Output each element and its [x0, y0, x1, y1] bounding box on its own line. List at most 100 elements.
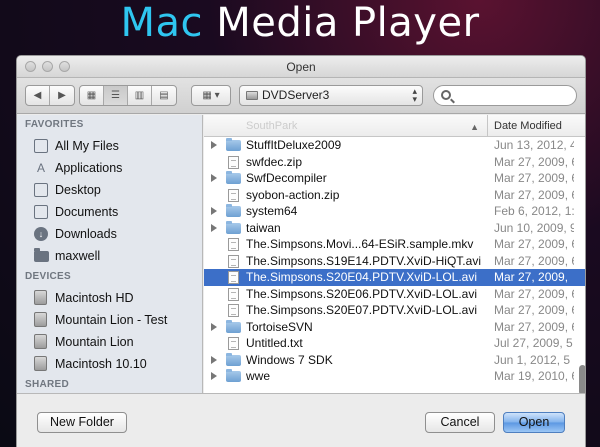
sidebar-item-label: Macintosh HD	[55, 291, 134, 305]
forward-button[interactable]: ▶	[50, 86, 74, 105]
file-name-cell: The.Simpsons.S20E07.PDTV.XviD-LOL.avi	[204, 302, 488, 319]
file-row[interactable]: syobon-action.zip Mar 27, 2009, 6	[204, 187, 585, 204]
file-row[interactable]: swfdec.zip Mar 27, 2009, 6	[204, 154, 585, 171]
file-name-cell: The.Simpsons.S20E06.PDTV.XviD-LOL.avi	[204, 286, 488, 303]
sidebar-item-label: Documents	[55, 205, 119, 219]
file-row[interactable]: StuffItDeluxe2009 Jun 13, 2012, 4	[204, 137, 585, 154]
file-row[interactable]: wwe Mar 19, 2010, 6	[204, 368, 585, 385]
folder-icon	[34, 248, 49, 262]
back-forward-control: ◀ ▶	[25, 85, 75, 106]
file-name-label: Windows 7 SDK	[246, 352, 333, 367]
zoom-window-button[interactable]	[59, 61, 70, 72]
new-folder-button[interactable]: New Folder	[37, 412, 127, 433]
file-row[interactable]: system64 Feb 6, 2012, 1:5	[204, 203, 585, 220]
disclosure-triangle-icon[interactable]	[211, 372, 217, 380]
dialog-footer: New Folder Cancel Open	[17, 393, 585, 447]
search-field[interactable]	[433, 85, 577, 106]
file-name-label: The.Simpsons.S20E07.PDTV.XviD-LOL.avi	[246, 303, 477, 317]
file-date-cell: Mar 27, 2009, 6	[494, 171, 574, 185]
file-date-cell: Jun 13, 2012, 4	[494, 138, 574, 152]
file-row[interactable]: TortoiseSVN Mar 27, 2009, 6	[204, 319, 585, 336]
sidebar-item-macintosh-10-10[interactable]: Macintosh 10.10	[17, 353, 202, 375]
disclosure-triangle-icon[interactable]	[211, 207, 217, 215]
file-row[interactable]: taiwan Jun 10, 2009, 9	[204, 220, 585, 237]
file-date-cell: Jul 27, 2009, 5	[494, 336, 573, 350]
sidebar-item-downloads[interactable]: ↓ Downloads	[17, 223, 202, 245]
vertical-scrollbar[interactable]	[579, 365, 585, 393]
file-name-cell: StuffItDeluxe2009	[204, 137, 488, 154]
file-name-label: wwe	[246, 369, 271, 383]
folder-icon	[226, 319, 241, 333]
arrange-control: ▦ ▾	[191, 85, 231, 106]
sidebar-item-documents[interactable]: Documents	[17, 201, 202, 223]
columns-icon: ▥	[134, 90, 145, 101]
disclosure-triangle-icon[interactable]	[211, 223, 217, 232]
sidebar-item-macintosh-hd[interactable]: Macintosh HD	[17, 287, 202, 309]
sidebar-item-label: Mountain Lion	[55, 335, 134, 349]
back-button[interactable]: ◀	[26, 86, 50, 105]
file-row[interactable]: Windows 7 SDK Jun 1, 2012, 5	[204, 352, 585, 369]
network-drive-icon	[246, 91, 258, 100]
document-icon	[228, 188, 239, 202]
applications-icon: A	[36, 161, 45, 175]
folder-icon	[226, 204, 241, 217]
file-row-selected[interactable]: The.Simpsons.S20E04.PDTV.XviD-LOL.avi Mar…	[204, 269, 585, 286]
dialog-toolbar: ◀ ▶ ▦ ☰ ▥ ▤ ▦ ▾ DVDServer3 ▴ ▾	[17, 78, 585, 114]
cancel-button[interactable]: Cancel	[425, 412, 495, 433]
document-icon	[228, 271, 239, 284]
sidebar-item-mountain-lion[interactable]: Mountain Lion	[17, 331, 202, 353]
file-name-label: The.Simpsons.Movi...64-ESiR.sample.mkv	[246, 237, 474, 251]
file-row[interactable]: The.Simpsons.S20E06.PDTV.XviD-LOL.avi Mar…	[204, 286, 585, 303]
file-date-cell: Jun 10, 2009, 9	[494, 220, 574, 235]
file-row[interactable]: SwfDecompiler Mar 27, 2009, 6	[204, 170, 585, 187]
document-icon	[228, 337, 239, 350]
file-date-cell: Mar 27, 2009, 6	[494, 253, 574, 268]
coverflow-view-button[interactable]: ▤	[152, 86, 176, 105]
app-brand-title: Mac Media Player	[0, 0, 600, 52]
location-popup[interactable]: DVDServer3 ▴ ▾	[239, 85, 423, 106]
file-name-cell: syobon-action.zip	[204, 187, 488, 204]
minimize-window-button[interactable]	[42, 61, 53, 72]
document-icon	[228, 287, 239, 301]
file-name-label: The.Simpsons.S19E14.PDTV.XviD-HiQT.avi	[246, 253, 481, 268]
file-name-cell: The.Simpsons.S20E04.PDTV.XviD-LOL.avi	[204, 269, 488, 286]
sidebar-section-favorites: FAVORITES	[25, 119, 84, 130]
sidebar-item-label: Applications	[55, 161, 123, 175]
name-column-label: SouthPark	[246, 120, 298, 132]
open-button[interactable]: Open	[503, 412, 565, 433]
disclosure-triangle-icon[interactable]	[211, 322, 217, 331]
file-name-cell: The.Simpsons.S19E14.PDTV.XviD-HiQT.avi	[204, 253, 488, 270]
file-date-cell: Mar 27, 2009, 6	[494, 319, 574, 334]
date-column-header[interactable]: Date Modified	[488, 115, 562, 136]
close-window-button[interactable]	[25, 61, 36, 72]
icon-view-button[interactable]: ▦	[80, 86, 104, 105]
sidebar-item-maxwell[interactable]: maxwell	[17, 245, 202, 267]
name-column-header[interactable]: SouthPark ▲	[204, 115, 488, 136]
file-row[interactable]: The.Simpsons.Movi...64-ESiR.sample.mkv Ma…	[204, 236, 585, 253]
file-row[interactable]: Untitled.txt Jul 27, 2009, 5	[204, 335, 585, 352]
sort-ascending-icon: ▲	[470, 122, 479, 132]
disk-icon	[34, 334, 47, 349]
disclosure-triangle-icon[interactable]	[211, 141, 217, 149]
disclosure-triangle-icon[interactable]	[211, 355, 217, 364]
folder-icon	[226, 138, 241, 151]
document-icon	[228, 155, 239, 169]
file-date-cell: Mar 27, 2009, 6	[494, 154, 574, 169]
disclosure-triangle-icon[interactable]	[211, 174, 217, 182]
sidebar-item-applications[interactable]: A Applications	[17, 157, 202, 179]
file-name-cell: SwfDecompiler	[204, 170, 488, 187]
file-row[interactable]: The.Simpsons.S19E14.PDTV.XviD-HiQT.avi Ma…	[204, 253, 585, 270]
sidebar-item-all-my-files[interactable]: All My Files	[17, 135, 202, 157]
coverflow-icon: ▤	[159, 90, 169, 101]
file-name-cell: Windows 7 SDK	[204, 352, 488, 369]
list-view-button[interactable]: ☰	[104, 86, 128, 105]
file-name-cell: wwe	[204, 368, 488, 385]
sidebar-item-mountain-lion-test[interactable]: Mountain Lion - Test	[17, 309, 202, 331]
view-mode-control: ▦ ☰ ▥ ▤	[79, 85, 177, 106]
sidebar-item-desktop[interactable]: Desktop	[17, 179, 202, 201]
column-view-button[interactable]: ▥	[128, 86, 152, 105]
file-row[interactable]: The.Simpsons.S20E07.PDTV.XviD-LOL.avi Mar…	[204, 302, 585, 319]
file-name-label: system64	[246, 204, 298, 218]
search-input[interactable]	[456, 88, 571, 103]
arrange-button[interactable]: ▦ ▾	[192, 86, 230, 105]
